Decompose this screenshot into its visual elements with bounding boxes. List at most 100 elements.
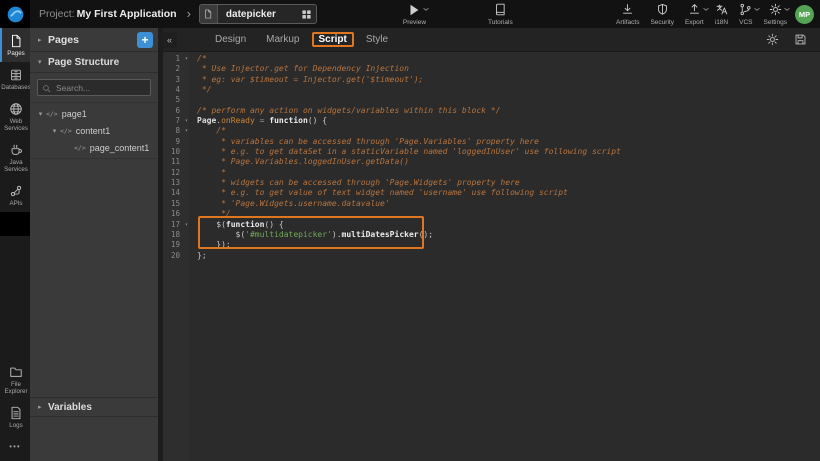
code-line-3[interactable]: * eg: var $timeout = Injector.get('$time… (197, 75, 820, 85)
line-number: 12 (163, 168, 189, 178)
sidebar: Pages Databases Web Services Java Services A… (0, 28, 30, 461)
collapse-panel-button[interactable]: « (162, 32, 177, 48)
sidebar-item-java-services[interactable]: Java Services (0, 137, 30, 178)
code-line-20[interactable]: }; (197, 251, 820, 261)
sidebar-nav: Pages Databases Web Services Java Services A… (0, 28, 30, 212)
code-line-13[interactable]: * widgets can be accessed through 'Page.… (197, 178, 820, 188)
download-icon (621, 3, 634, 16)
line-number: 16 (163, 209, 189, 219)
wavemaker-logo[interactable] (0, 0, 30, 28)
code-line-19[interactable]: }); (197, 240, 820, 250)
sidebar-item-label: Pages (7, 50, 25, 57)
chevron-down-icon[interactable]: ▾ (49, 127, 60, 135)
sidebar-item-file-explorer[interactable]: File Explorer (0, 359, 30, 400)
tab-design[interactable]: Design (207, 32, 254, 47)
fold-marker-icon[interactable]: ▾ (185, 220, 188, 230)
tab-style[interactable]: Style (358, 32, 396, 47)
add-page-button[interactable]: + (137, 32, 153, 48)
fold-marker-icon[interactable]: ▾ (185, 116, 188, 126)
chevron-down-icon (784, 0, 790, 17)
tab-script[interactable]: Script (312, 32, 354, 47)
security-button[interactable]: Security (650, 3, 673, 26)
save-icon[interactable] (794, 33, 807, 46)
tutorials-button[interactable]: Tutorials (488, 3, 513, 26)
line-number: 5 (163, 95, 189, 105)
chevron-right-icon: ▸ (38, 403, 48, 411)
code-line-15[interactable]: * 'Page.Widgets.username.datavalue' (197, 199, 820, 209)
code-editor[interactable]: 1▾234567▾8▾91011121314151617▾181920 /* *… (163, 52, 820, 461)
line-number: 6 (163, 106, 189, 116)
translate-icon (715, 3, 728, 16)
chevron-down-icon (703, 0, 709, 17)
chevron-down-icon[interactable]: ▾ (35, 110, 46, 118)
grid-icon[interactable] (298, 9, 316, 20)
chevron-down-icon: ▾ (38, 58, 48, 66)
preview-button[interactable]: Preview (403, 3, 426, 26)
folder-icon (9, 365, 23, 379)
line-number: 3 (163, 75, 189, 85)
page-tab-datepicker[interactable]: datepicker (199, 4, 317, 24)
line-number: 17▾ (163, 220, 189, 230)
code-line-12[interactable]: * (197, 168, 820, 178)
editor-tabbar: Design Markup Script Style (163, 28, 820, 52)
sidebar-item-apis[interactable]: APIs (0, 178, 30, 212)
search-input[interactable] (37, 79, 151, 96)
sidebar-item-label: File Explorer (2, 381, 30, 395)
page-tab-label: datepicker (218, 9, 298, 20)
tree-item-content1[interactable]: ▾</>content1 (30, 122, 158, 139)
code-lines: /* * Use Injector.get for Dependency Inj… (189, 52, 820, 461)
sidebar-item-databases[interactable]: Databases (0, 62, 30, 96)
search-box (30, 73, 158, 103)
fold-marker-icon[interactable]: ▾ (185, 126, 188, 136)
variables-header[interactable]: ▸ Variables (30, 397, 158, 417)
code-line-8[interactable]: /* (197, 126, 820, 136)
file-icon (9, 34, 23, 48)
code-line-6[interactable]: /* perform any action on widgets/variabl… (197, 106, 820, 116)
i18n-button[interactable]: i18N (715, 3, 728, 26)
code-line-10[interactable]: * e.g. to get dataSet in a staticVariabl… (197, 147, 820, 157)
code-line-16[interactable]: */ (197, 209, 820, 219)
line-number: 10 (163, 147, 189, 157)
variables-title: Variables (48, 402, 92, 413)
topbar-actions: Artifacts Security Export i18N VCS Settings (616, 3, 787, 26)
code-line-1[interactable]: /* (197, 54, 820, 64)
code-line-11[interactable]: * Page.Variables.loggedInUser.getData() (197, 157, 820, 167)
code-line-14[interactable]: * e.g. to get value of text widget named… (197, 188, 820, 198)
pages-panel-header[interactable]: ▸ Pages + (30, 28, 158, 52)
code-line-18[interactable]: $('#multidatepicker').multiDatesPicker()… (197, 230, 820, 240)
topbar: Project:My First Application › datepicke… (0, 0, 820, 28)
tree-item-page1[interactable]: ▾</>page1 (30, 105, 158, 122)
code-line-4[interactable]: */ (197, 85, 820, 95)
sidebar-more-button[interactable]: ••• (0, 434, 30, 461)
sidebar-item-logs[interactable]: Logs (0, 400, 30, 434)
fold-marker-icon[interactable]: ▾ (185, 54, 188, 64)
sidebar-item-label: Java Services (2, 159, 30, 173)
line-number: 14 (163, 188, 189, 198)
sidebar-item-pages[interactable]: Pages (0, 28, 30, 62)
page-structure-tree: ▾</>page1▾</>content1</>page_content1 (30, 103, 158, 159)
line-number: 1▾ (163, 54, 189, 64)
settings-button[interactable]: Settings (764, 3, 788, 26)
vcs-button[interactable]: VCS (739, 3, 752, 26)
code-line-5[interactable] (197, 95, 820, 105)
code-line-17[interactable]: $(function() { (197, 220, 820, 230)
tab-markup[interactable]: Markup (258, 32, 307, 47)
line-number: 18 (163, 230, 189, 240)
code-line-9[interactable]: * variables can be accessed through 'Pag… (197, 137, 820, 147)
gear-icon (769, 3, 782, 16)
sidebar-item-web-services[interactable]: Web Services (0, 96, 30, 137)
sidebar-item-label: Web Services (2, 118, 30, 132)
settings-icon[interactable] (766, 33, 779, 46)
avatar[interactable]: MP (795, 5, 814, 24)
sidebar-bottom: File Explorer Logs (0, 359, 30, 434)
code-line-7[interactable]: Page.onReady = function() { (197, 116, 820, 126)
line-number: 19 (163, 240, 189, 250)
code-tag-icon: </> (60, 127, 72, 135)
export-button[interactable]: Export (685, 3, 704, 26)
line-number: 11 (163, 157, 189, 167)
page-structure-header[interactable]: ▾ Page Structure (30, 52, 158, 73)
artifacts-button[interactable]: Artifacts (616, 3, 639, 26)
code-tag-icon: </> (74, 144, 86, 152)
tree-item-page-content1[interactable]: </>page_content1 (30, 139, 158, 156)
code-line-2[interactable]: * Use Injector.get for Dependency Inject… (197, 64, 820, 74)
